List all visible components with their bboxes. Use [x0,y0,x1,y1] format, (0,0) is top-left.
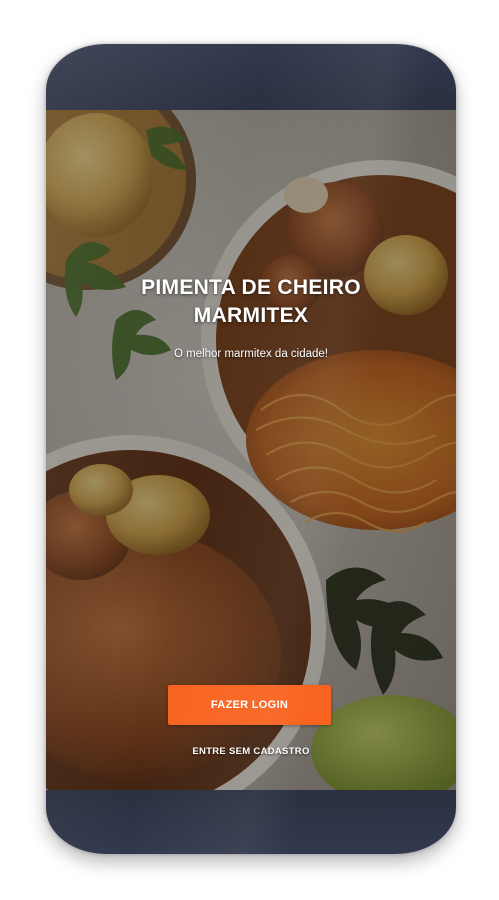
phone-frame: PIMENTA DE CHEIRO MARMITEX O melhor marm… [46,44,456,854]
app-title-line1: PIMENTA DE CHEIRO [141,276,361,299]
mockup-stage: PIMENTA DE CHEIRO MARMITEX O melhor marm… [0,0,499,900]
tagline: O melhor marmitex da cidade! [173,348,329,360]
app-title: PIMENTA DE CHEIRO MARMITEX [46,274,456,330]
app-title-line2: MARMITEX [193,304,309,327]
guest-entry-link[interactable]: ENTRE SEM CADASTRO [46,746,456,757]
login-button[interactable]: FAZER LOGIN [168,685,331,725]
app-screen: PIMENTA DE CHEIRO MARMITEX O melhor marm… [46,110,456,790]
